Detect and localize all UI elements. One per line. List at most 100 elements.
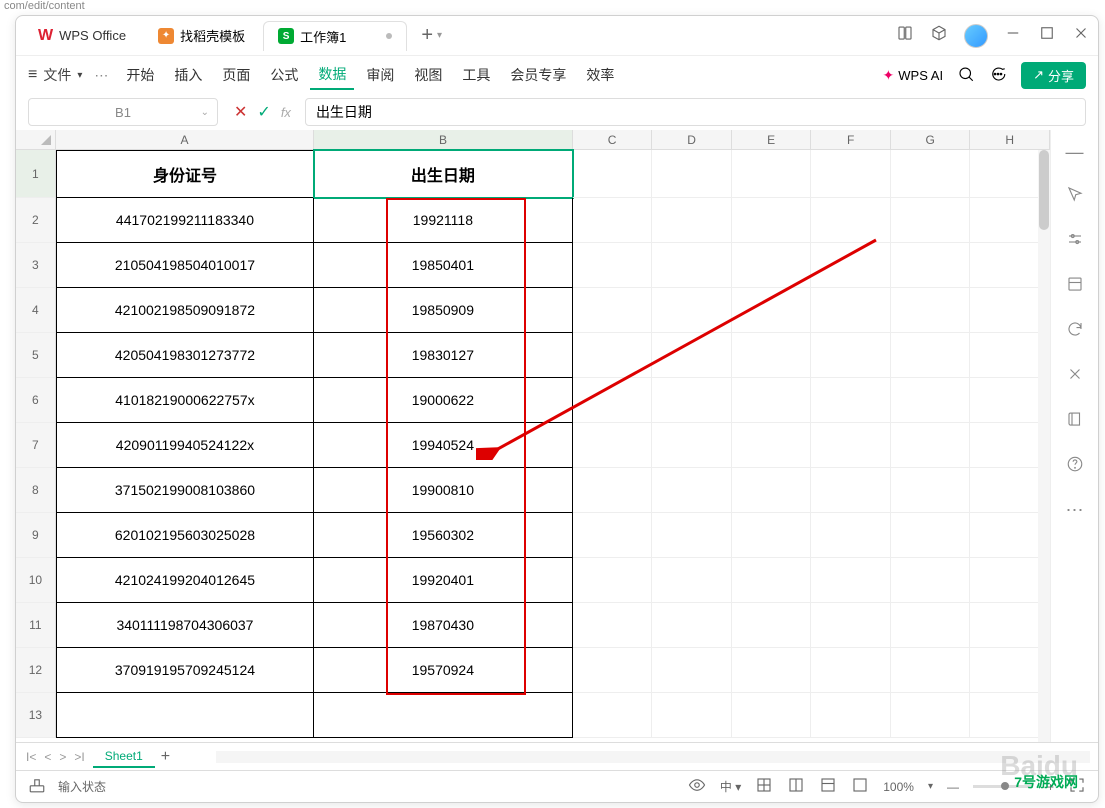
cell[interactable] [573, 513, 653, 558]
menu-data[interactable]: 数据 [310, 60, 354, 90]
cell[interactable]: 441702199211183340 [56, 198, 314, 243]
cell[interactable] [811, 468, 891, 513]
reading-view-icon[interactable] [787, 776, 805, 797]
cell[interactable] [573, 693, 653, 738]
cell[interactable]: 421024199204012645 [56, 558, 314, 603]
cell[interactable] [652, 693, 732, 738]
more-icon[interactable]: ⋯ [1066, 500, 1084, 521]
menu-view[interactable]: 视图 [406, 61, 450, 89]
cell[interactable] [573, 288, 653, 333]
row-header[interactable]: 7 [16, 423, 56, 468]
cell[interactable]: 19900810 [314, 468, 572, 513]
cell[interactable] [891, 378, 971, 423]
cell[interactable]: 42090119940524122x [56, 423, 314, 468]
minimize-button[interactable] [1004, 24, 1022, 47]
cell[interactable]: 19940524 [314, 423, 572, 468]
col-header-g[interactable]: G [891, 130, 971, 149]
cell[interactable]: 19850401 [314, 243, 572, 288]
cell[interactable] [811, 243, 891, 288]
cube-icon[interactable] [930, 24, 948, 47]
cell[interactable] [652, 333, 732, 378]
cell[interactable] [732, 378, 812, 423]
book-icon[interactable] [1066, 410, 1084, 433]
cursor-icon[interactable] [1066, 185, 1084, 208]
zoom-out-button[interactable]: — [947, 780, 959, 794]
file-menu[interactable]: ≡ 文件 ▾ [28, 65, 82, 85]
zoom-value[interactable]: 100% [883, 780, 914, 794]
page-view-icon[interactable] [819, 776, 837, 797]
row-header[interactable]: 11 [16, 603, 56, 648]
formula-confirm-button[interactable]: ✓ [257, 102, 270, 122]
settings-slider-icon[interactable] [1066, 230, 1084, 253]
menu-member[interactable]: 会员专享 [502, 61, 574, 89]
cell[interactable] [573, 333, 653, 378]
window-multitask-icon[interactable] [896, 24, 914, 47]
cell[interactable]: 340111198704306037 [56, 603, 314, 648]
tab-daoke-template[interactable]: ✦ 找稻壳模板 [144, 21, 259, 51]
row-header[interactable]: 4 [16, 288, 56, 333]
menu-insert[interactable]: 插入 [166, 61, 210, 89]
col-header-a[interactable]: A [56, 130, 314, 149]
zoom-in-button[interactable]: + [1047, 780, 1054, 794]
search-icon[interactable] [957, 65, 975, 86]
cell[interactable] [732, 648, 812, 693]
add-tab-button[interactable]: + [421, 24, 433, 47]
cell[interactable] [652, 468, 732, 513]
cell[interactable] [652, 243, 732, 288]
row-header[interactable]: 9 [16, 513, 56, 558]
help-icon[interactable] [1066, 455, 1084, 478]
sheet-prev-button[interactable]: < [42, 750, 53, 764]
col-header-b[interactable]: B [314, 130, 572, 149]
grid-view-icon[interactable] [755, 776, 773, 797]
row-header[interactable]: 13 [16, 693, 56, 738]
layout-icon[interactable] [1066, 275, 1084, 298]
cell[interactable]: 身份证号 [56, 150, 314, 198]
col-header-h[interactable]: H [970, 130, 1050, 149]
cell[interactable] [891, 333, 971, 378]
cell[interactable] [811, 693, 891, 738]
cell[interactable] [573, 198, 653, 243]
cell[interactable] [732, 693, 812, 738]
cell[interactable] [732, 558, 812, 603]
row-header[interactable]: 8 [16, 468, 56, 513]
cell[interactable] [652, 558, 732, 603]
fullscreen-icon[interactable] [1068, 776, 1086, 797]
cell[interactable]: 19560302 [314, 513, 572, 558]
cell[interactable] [652, 150, 732, 198]
cell[interactable]: 19570924 [314, 648, 572, 693]
sheet-tab-sheet1[interactable]: Sheet1 [93, 746, 155, 768]
cell[interactable] [652, 378, 732, 423]
cell[interactable]: 19000622 [314, 378, 572, 423]
message-icon[interactable] [989, 65, 1007, 86]
cell[interactable] [891, 198, 971, 243]
tab-menu-chevron-icon[interactable]: ▾ [437, 30, 442, 41]
tools-icon[interactable] [1066, 365, 1084, 388]
cell[interactable] [652, 648, 732, 693]
cell[interactable] [573, 603, 653, 648]
wps-ai-button[interactable]: ✦ WPS AI [883, 67, 944, 84]
cell[interactable] [891, 468, 971, 513]
cell[interactable] [732, 333, 812, 378]
layout-view-icon[interactable] [851, 776, 869, 797]
cell[interactable] [732, 198, 812, 243]
sheet-last-button[interactable]: >I [72, 750, 86, 764]
cell[interactable] [891, 693, 971, 738]
cell[interactable] [891, 603, 971, 648]
fx-icon[interactable]: fx [281, 105, 291, 120]
sheet-first-button[interactable]: I< [24, 750, 38, 764]
formula-input[interactable] [305, 98, 1086, 126]
cell[interactable] [573, 423, 653, 468]
cell[interactable] [652, 513, 732, 558]
row-header[interactable]: 5 [16, 333, 56, 378]
settings-dropdown-icon[interactable]: 中 ▾ [720, 778, 741, 795]
row-header[interactable]: 12 [16, 648, 56, 693]
tab-workbook[interactable]: S 工作簿1 [263, 21, 407, 51]
maximize-button[interactable] [1038, 24, 1056, 47]
cell[interactable] [652, 198, 732, 243]
cell[interactable] [891, 150, 971, 198]
user-avatar[interactable] [964, 24, 988, 48]
refresh-icon[interactable] [1066, 320, 1084, 343]
cell[interactable] [573, 468, 653, 513]
cell[interactable]: 41018219000622757x [56, 378, 314, 423]
share-button[interactable]: ↗ 分享 [1021, 62, 1086, 89]
